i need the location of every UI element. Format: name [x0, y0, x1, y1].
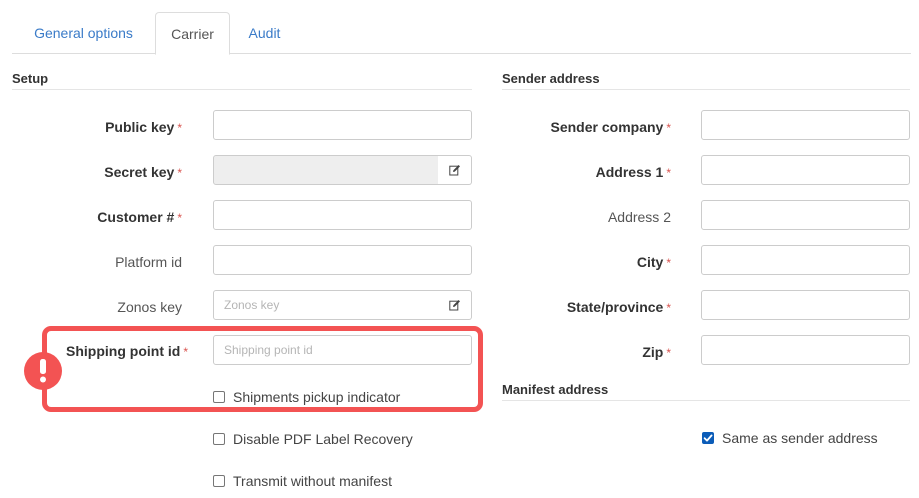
- required-marker: *: [666, 121, 671, 135]
- state-province-label-text: State/province: [566, 299, 664, 315]
- tab-audit[interactable]: Audit: [242, 12, 287, 54]
- same-as-sender-row[interactable]: Same as sender address: [702, 430, 878, 446]
- address1-label: Address 1 *: [596, 164, 671, 181]
- edit-icon: [448, 300, 460, 311]
- secret-key-label: Secret key *: [104, 164, 182, 181]
- secret-key-input[interactable]: [213, 155, 439, 185]
- city-label-text: City: [636, 254, 664, 270]
- alert-badge: [24, 352, 62, 390]
- customer-number-label-text: Customer #: [97, 209, 175, 225]
- required-marker: *: [666, 346, 671, 360]
- manifest-address-section-title: Manifest address: [502, 382, 910, 401]
- sender-address-section-title: Sender address: [502, 71, 910, 90]
- secret-key-edit-button[interactable]: [438, 155, 472, 185]
- zonos-key-edit-button[interactable]: [438, 290, 472, 320]
- required-marker: *: [666, 256, 671, 270]
- address1-input[interactable]: [701, 155, 910, 185]
- sender-company-input[interactable]: [701, 110, 910, 140]
- zip-label: Zip *: [642, 344, 671, 361]
- platform-id-label: Platform id: [115, 254, 182, 270]
- zonos-key-label: Zonos key: [117, 299, 182, 315]
- sender-company-label-text: Sender company: [550, 119, 664, 135]
- transmit-without-manifest-checkbox[interactable]: [213, 475, 225, 487]
- state-province-input[interactable]: [701, 290, 910, 320]
- checkmark-icon: [703, 434, 713, 442]
- exclamation-icon: [40, 359, 46, 383]
- public-key-label-text: Public key: [105, 119, 175, 135]
- city-label: City *: [637, 254, 671, 271]
- zip-label-text: Zip: [642, 344, 664, 360]
- disable-pdf-label-recovery-row[interactable]: Disable PDF Label Recovery: [213, 431, 413, 447]
- customer-number-label: Customer # *: [97, 209, 182, 226]
- state-province-label: State/province *: [567, 299, 671, 316]
- sender-company-label: Sender company *: [551, 119, 672, 136]
- disable-pdf-label-recovery-label: Disable PDF Label Recovery: [233, 431, 413, 447]
- transmit-without-manifest-label: Transmit without manifest: [233, 473, 392, 489]
- public-key-input[interactable]: [213, 110, 472, 140]
- required-marker: *: [177, 121, 182, 135]
- required-marker: *: [177, 211, 182, 225]
- required-marker: *: [666, 301, 671, 315]
- tab-bar: General options Carrier Audit: [12, 12, 911, 55]
- address1-label-text: Address 1: [595, 164, 664, 180]
- platform-id-input[interactable]: [213, 245, 472, 275]
- carrier-settings-page: General options Carrier Audit Setup Send…: [0, 0, 919, 498]
- zip-input[interactable]: [701, 335, 910, 365]
- same-as-sender-checkbox[interactable]: [702, 432, 714, 444]
- highlight-box: [42, 326, 483, 412]
- secret-key-label-text: Secret key: [104, 164, 175, 180]
- address2-label: Address 2: [607, 209, 671, 225]
- transmit-without-manifest-row[interactable]: Transmit without manifest: [213, 473, 392, 489]
- customer-number-input[interactable]: [213, 200, 472, 230]
- public-key-label: Public key *: [105, 119, 182, 136]
- address2-input[interactable]: [701, 200, 910, 230]
- zonos-key-input[interactable]: [213, 290, 439, 320]
- tab-general-options[interactable]: General options: [26, 12, 141, 54]
- edit-icon: [448, 165, 460, 176]
- required-marker: *: [666, 166, 671, 180]
- required-marker: *: [177, 166, 182, 180]
- same-as-sender-label: Same as sender address: [722, 430, 878, 446]
- city-input[interactable]: [701, 245, 910, 275]
- setup-section-title: Setup: [12, 71, 472, 90]
- tab-carrier[interactable]: Carrier: [155, 12, 230, 55]
- disable-pdf-label-recovery-checkbox[interactable]: [213, 433, 225, 445]
